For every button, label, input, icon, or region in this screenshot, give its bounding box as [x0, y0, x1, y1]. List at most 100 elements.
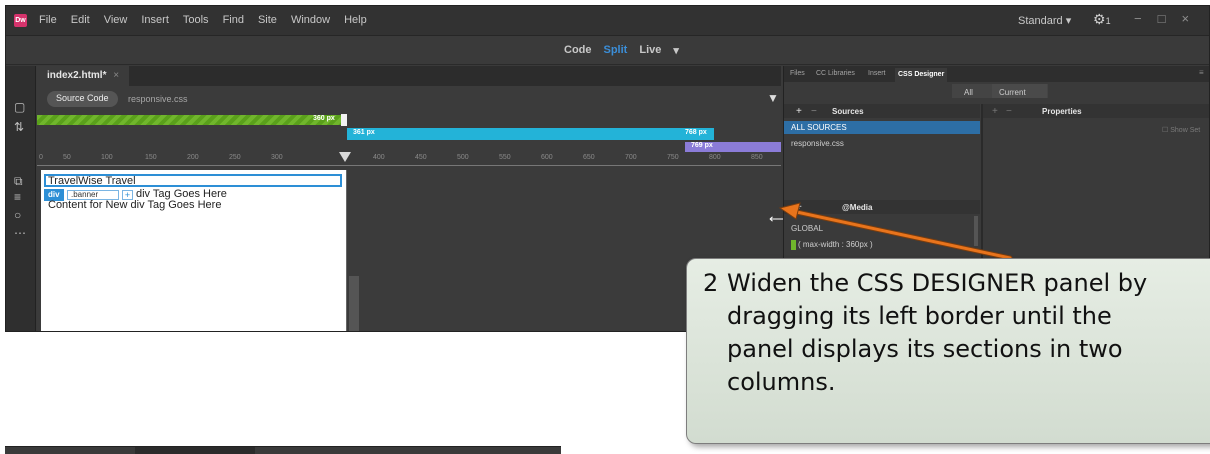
window-controls: − □ ×	[1134, 11, 1189, 26]
ruler-tick: 750	[667, 154, 679, 161]
menu-bar: Dw File Edit View Insert Tools Find Site…	[6, 6, 1209, 36]
sources-title: Sources	[832, 107, 864, 116]
instruction-callout: 2 Widen the CSS DESIGNER panel by draggi…	[686, 258, 1210, 444]
step-number: 2	[703, 269, 719, 297]
ruler-tick: 400	[373, 154, 385, 161]
source-code-button[interactable]: Source Code	[47, 91, 118, 107]
minimize-button[interactable]: −	[1134, 11, 1142, 26]
ruler-tick: 250	[229, 154, 241, 161]
menu-edit[interactable]: Edit	[71, 14, 90, 26]
code-view-button[interactable]: Code	[564, 44, 592, 57]
remove-source-button[interactable]: −	[811, 106, 817, 117]
ruler-tick: 800	[709, 154, 721, 161]
media-query-bar-small[interactable]	[37, 115, 347, 125]
more-icon[interactable]: ⋯	[14, 226, 26, 240]
pointer-arrow	[778, 202, 1013, 261]
split-view-button[interactable]: Split	[604, 44, 628, 57]
ruler-tick: 450	[415, 154, 427, 161]
chevron-down-icon[interactable]: ▾	[673, 44, 679, 57]
menu-help[interactable]: Help	[344, 14, 367, 26]
instruction-line: columns.	[727, 368, 836, 396]
app-logo: Dw	[14, 14, 27, 27]
content-placeholder-text: Content for New div Tag Goes Here	[48, 199, 222, 211]
tab-index2[interactable]: index2.html* ×	[37, 66, 130, 86]
banner-text[interactable]: TravelWise Travel	[48, 175, 136, 187]
ruler-tick: 700	[625, 154, 637, 161]
instruction-text: 2 Widen the CSS DESIGNER panel by draggi…	[703, 267, 1210, 399]
menu-find[interactable]: Find	[223, 14, 244, 26]
gear-icon: ⚙	[1093, 11, 1106, 27]
instruction-line: Widen the CSS DESIGNER panel by	[727, 269, 1148, 297]
menu-file[interactable]: File	[39, 14, 57, 26]
viewport-width-marker[interactable]	[339, 152, 351, 162]
filter-icon[interactable]: ▼	[767, 91, 779, 105]
media-query-label: 769 px	[691, 142, 713, 149]
code-navigator-icon[interactable]: ⧉	[14, 174, 23, 189]
source-item-responsive[interactable]: responsive.css	[791, 139, 844, 148]
next-screenshot-tab	[135, 447, 255, 454]
related-file-link[interactable]: responsive.css	[128, 94, 188, 104]
remove-property-button[interactable]: −	[1006, 106, 1012, 117]
format-icon[interactable]: ≡	[14, 190, 21, 204]
ruler-tick: 550	[499, 154, 511, 161]
ruler-tick: 100	[101, 154, 113, 161]
close-button[interactable]: ×	[1181, 11, 1189, 26]
live-view-button[interactable]: Live	[639, 44, 661, 57]
maximize-button[interactable]: □	[1158, 11, 1166, 26]
menu-view[interactable]: View	[104, 14, 128, 26]
close-icon[interactable]: ×	[113, 70, 119, 81]
sync-count: 1	[1105, 16, 1111, 26]
document-area: index2.html* × Source Code responsive.cs…	[37, 66, 781, 331]
design-view[interactable]: TravelWise Travel div .banner + div Tag …	[41, 170, 346, 331]
media-query-label: 768 px	[685, 129, 707, 136]
media-query-label: 360 px	[313, 115, 335, 122]
menu-window[interactable]: Window	[291, 14, 330, 26]
tab-label: index2.html*	[47, 70, 107, 81]
ruler-tick: 650	[583, 154, 595, 161]
media-query-bar-medium[interactable]	[347, 128, 714, 140]
toggle-all[interactable]: All	[964, 88, 973, 97]
properties-header	[983, 104, 1209, 118]
menu-tools[interactable]: Tools	[183, 14, 209, 26]
related-files-bar: Source Code responsive.css ▼	[37, 88, 781, 110]
properties-title: Properties	[1042, 107, 1082, 116]
menu-site[interactable]: Site	[258, 14, 277, 26]
ruler-tick: 300	[271, 154, 283, 161]
menu-insert[interactable]: Insert	[141, 14, 169, 26]
ruler-tick: 200	[187, 154, 199, 161]
sort-icon[interactable]: ⇅	[14, 120, 24, 134]
tab-insert[interactable]: Insert	[868, 70, 886, 77]
left-toolbar: ▢ ⇅ ⧉ ≡ ○ ⋯	[6, 66, 36, 331]
media-query-label: 361 px	[353, 129, 375, 136]
target-icon[interactable]: ○	[14, 208, 21, 222]
add-property-button[interactable]: +	[992, 106, 998, 117]
source-item-all[interactable]: ALL SOURCES	[784, 121, 980, 134]
ruler-tick: 150	[145, 154, 157, 161]
ruler-tick: 850	[751, 154, 763, 161]
tab-cc-libraries[interactable]: CC Libraries	[816, 70, 855, 77]
ruler-tick: 0	[39, 154, 43, 161]
tab-files[interactable]: Files	[790, 70, 805, 77]
chevron-down-icon: ▾	[1065, 15, 1072, 27]
show-set-label: Show Set	[1170, 127, 1201, 134]
scrollbar[interactable]	[349, 276, 359, 331]
panel-tabs: Files CC Libraries Insert CSS Designer ≡	[784, 66, 1209, 82]
panel-menu-icon[interactable]: ≡	[1199, 68, 1204, 77]
file-icon[interactable]: ▢	[14, 100, 25, 114]
next-screenshot-edge	[5, 446, 561, 454]
workspace-switcher[interactable]: Standard ▾	[1018, 14, 1071, 27]
toggle-current[interactable]: Current	[999, 88, 1026, 97]
viewport-edge	[346, 170, 347, 331]
show-set-checkbox[interactable]: ☐ Show Set	[1162, 126, 1200, 134]
tab-css-designer[interactable]: CSS Designer	[895, 68, 948, 82]
viewport-resize-handle[interactable]	[341, 114, 347, 126]
document-tabs: index2.html* ×	[37, 66, 781, 86]
view-bar: Code Split Live ▾	[6, 37, 1209, 65]
instruction-line: panel displays its sections in two	[727, 335, 1123, 363]
ruler-tick: 50	[63, 154, 71, 161]
ruler-tick: 600	[541, 154, 553, 161]
sync-settings-button[interactable]: ⚙1	[1093, 11, 1111, 28]
instruction-line: dragging its left border until the	[727, 302, 1112, 330]
ruler-tick: 500	[457, 154, 469, 161]
add-source-button[interactable]: +	[796, 106, 802, 117]
